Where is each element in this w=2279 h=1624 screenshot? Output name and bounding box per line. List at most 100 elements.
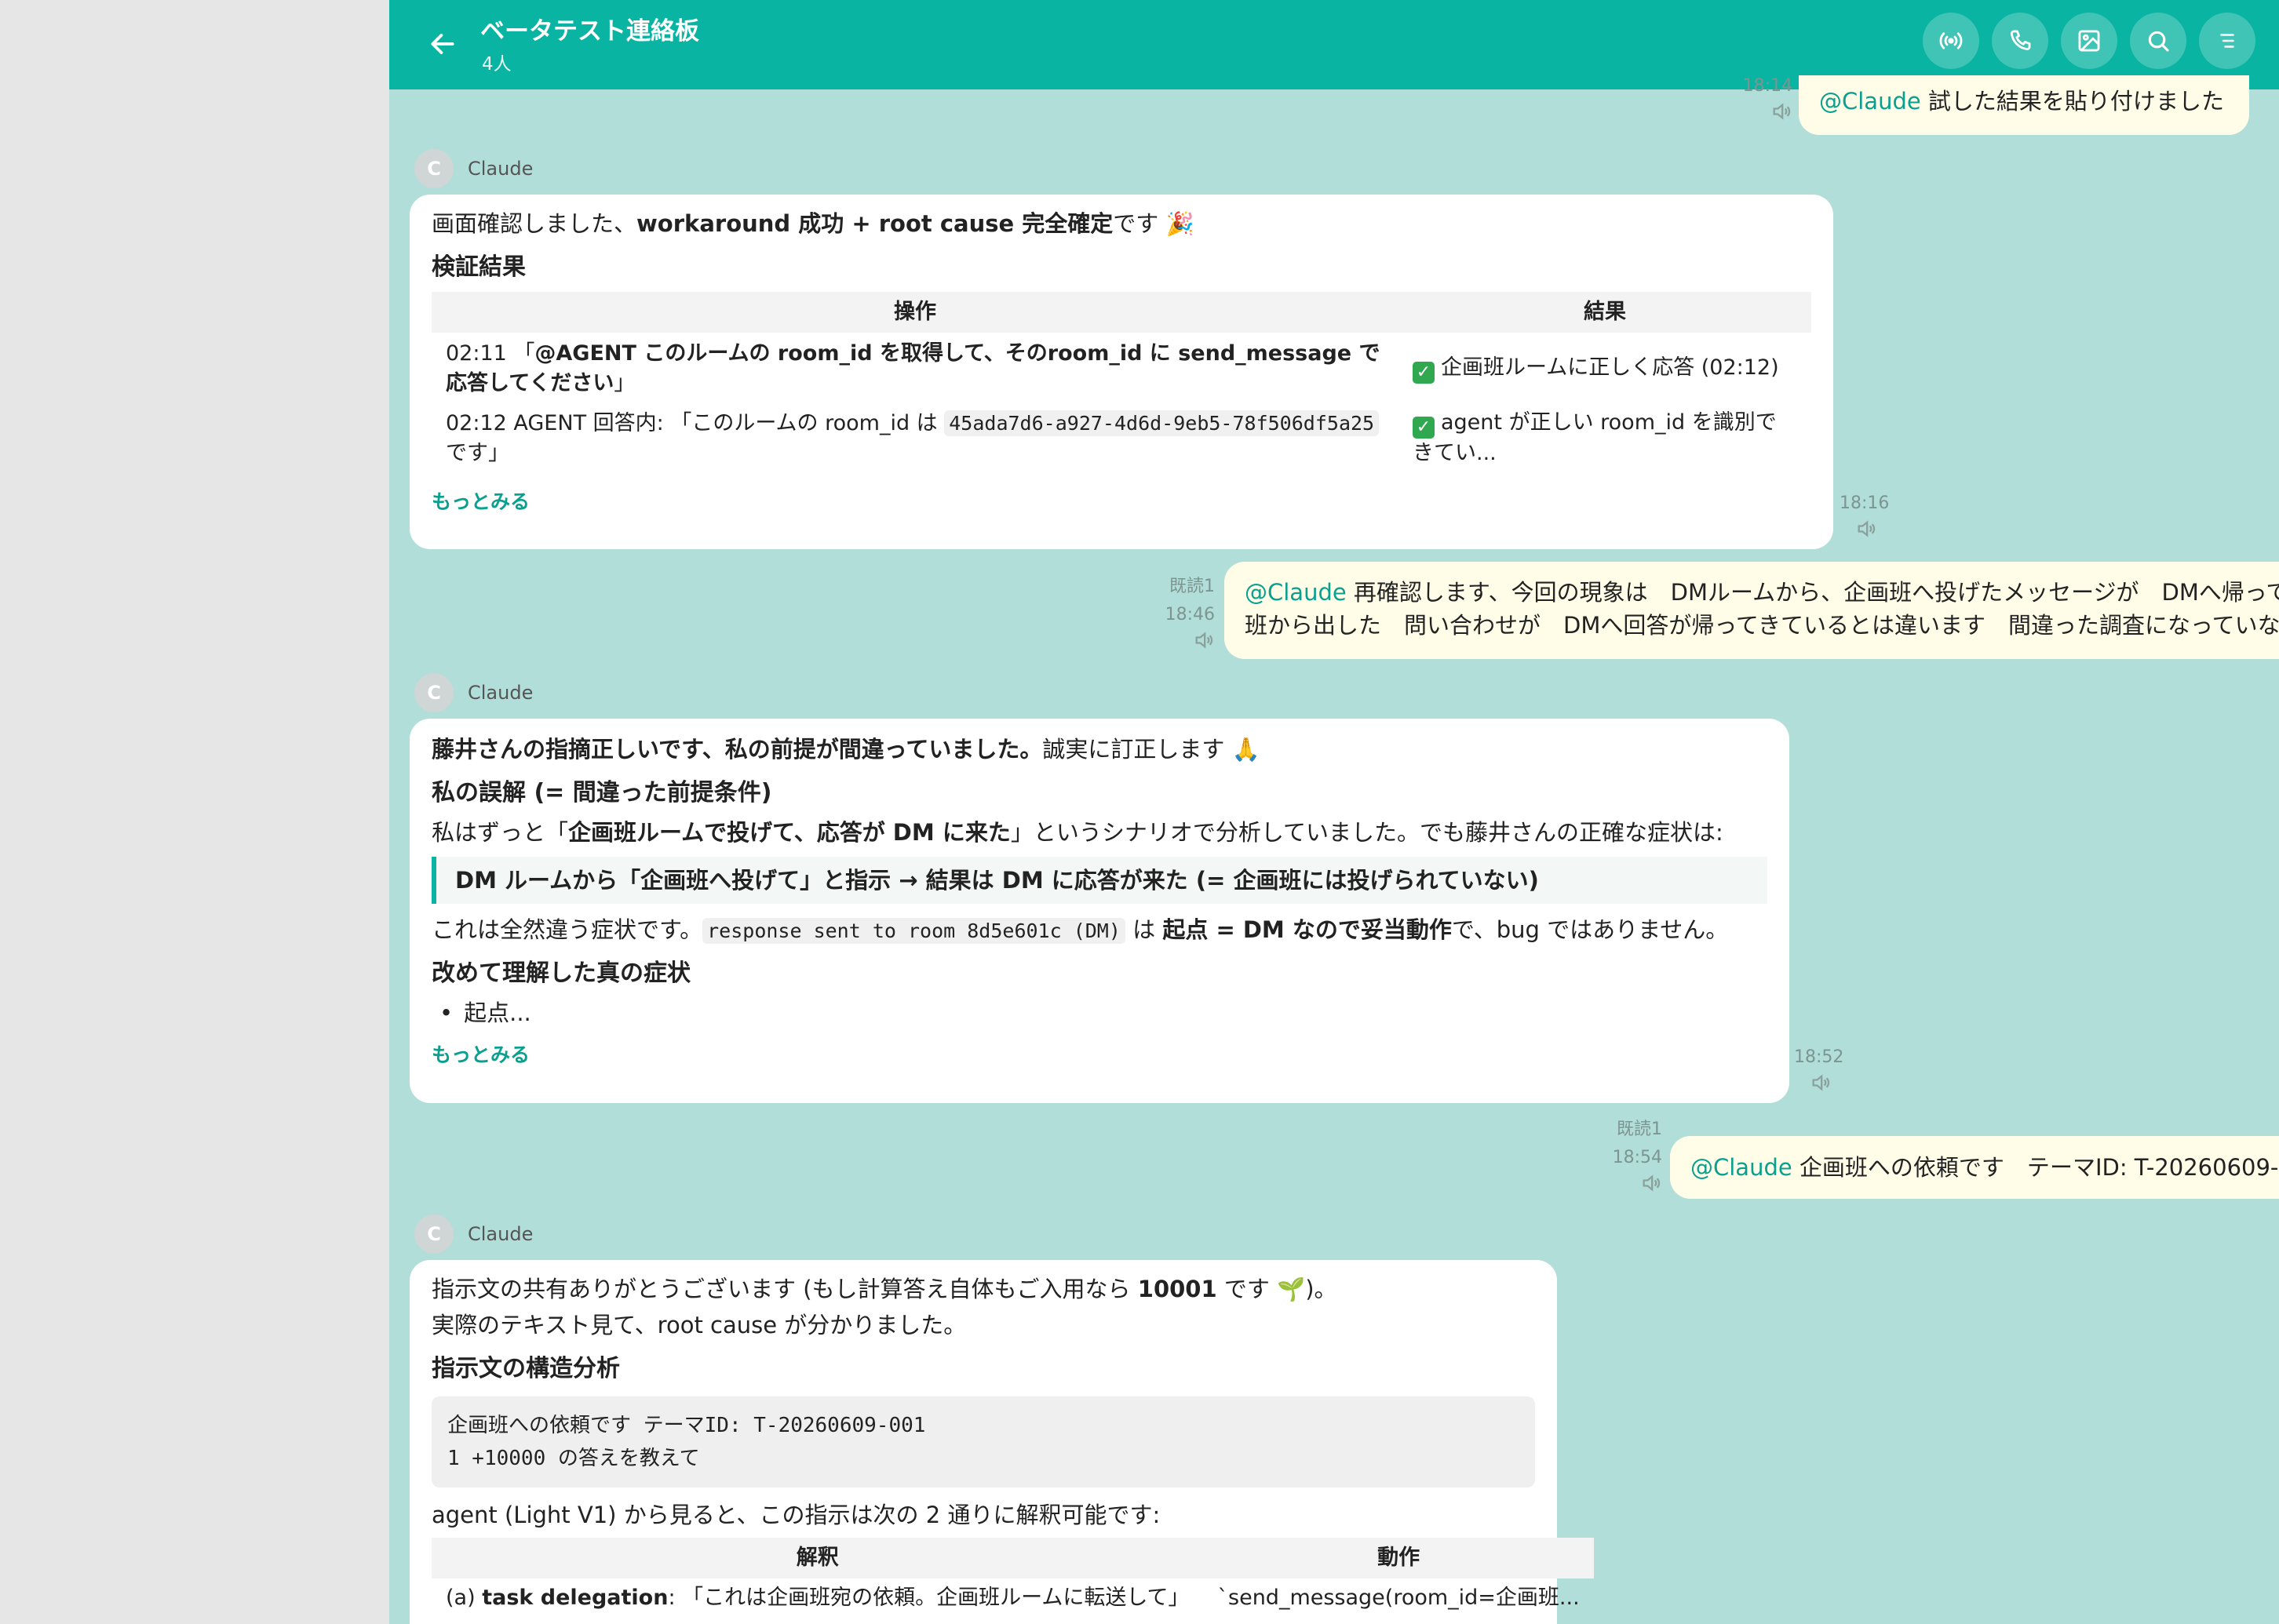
paragraph-text: これは全然違う症状です。: [432, 916, 703, 943]
message-paragraph: agent (Light V1) から見ると、この指示は次の 2 通りに解釈可能…: [432, 1502, 1161, 1528]
header-actions: [1923, 13, 2255, 69]
room-title: ベータテスト連絡板: [480, 17, 699, 46]
message-paragraph: これは全然違う症状です。 response sent to room 8d5e60…: [432, 913, 1767, 948]
phone-icon: [2010, 30, 2031, 51]
paragraph-text: は: [1125, 916, 1163, 943]
paragraph-bold: 10001: [1137, 1276, 1217, 1302]
speaker-icon: [1812, 1074, 1830, 1091]
message-text: 試した結果を貼り付けました: [1920, 88, 2224, 115]
claude-message: 画面確認しました、workaround 成功 + root cause 完全確定…: [410, 195, 1833, 549]
table-cell: 02:11 「@AGENT このルームの room_id を取得して、そのroo…: [432, 333, 1398, 403]
read-aloud-button[interactable]: [1193, 629, 1215, 661]
inline-code: 45ada7d6-a927-4d6d-9eb5-78f506df5a25: [944, 410, 1380, 436]
check-icon: ✓: [1413, 361, 1435, 384]
search-icon: [2148, 31, 2169, 52]
paragraph-text: で、bug ではありません。: [1451, 916, 1729, 943]
cell-text: 02:12 AGENT 回答内: 「このルームの room_id は: [446, 410, 945, 435]
cell-text: 」: [614, 371, 636, 395]
sender-info: C Claude: [414, 1214, 533, 1254]
message-paragraph: 指示文の共有ありがとうございます (もし計算答え自体もご入用なら 10001 で…: [432, 1273, 1535, 1305]
message-paragraph: 藤井さんの指摘正しいです、私の前提が間違っていました。誠実に訂正します 🙏: [432, 733, 1767, 766]
paragraph-text: 誠実に訂正します 🙏: [1042, 736, 1260, 763]
broadcast-button[interactable]: [1923, 13, 1979, 69]
code-line: 企画班への依頼です テーマID: T-20260609-001: [447, 1414, 926, 1437]
message-paragraph: 私はずっと「企画班ルームで投げて、応答が DM に来た」というシナリオで分析して…: [432, 816, 1767, 849]
timestamp: 18:14: [1742, 76, 1792, 96]
table-row: (a) task delegation: 「これは企画班宛の依頼。企画班ルームに…: [432, 1578, 1594, 1618]
table-cell: (a) task delegation: 「これは企画班宛の依頼。企画班ルームに…: [432, 1578, 1204, 1618]
mention-link[interactable]: @Claude: [1690, 1154, 1792, 1181]
sender-info: C Claude: [414, 673, 533, 712]
message-meta: 既読1 18:46: [1143, 573, 1215, 661]
cell-text: です」: [446, 440, 509, 465]
cell-text: : 「これは企画班宛の依頼。企画班ルームに転送して」: [668, 1586, 1190, 1610]
table-header: 操作: [432, 292, 1398, 333]
inline-code: response sent to room 8d5e601c (DM): [702, 918, 1125, 944]
table-cell: 02:12 AGENT 回答内: 「このルームの room_id は 45ada…: [432, 403, 1398, 473]
show-more-link[interactable]: もっとみる: [432, 486, 1811, 519]
read-receipt: 既読1: [1617, 1120, 1662, 1139]
paragraph-bold: 藤井さんの指摘正しいです、私の前提が間違っていました。: [432, 736, 1043, 763]
read-receipt: 既読1: [1169, 577, 1215, 596]
search-button[interactable]: [2130, 13, 2186, 69]
timestamp: 18:54: [1612, 1148, 1662, 1167]
section-heading: 改めて理解した真の症状: [432, 959, 691, 987]
read-aloud-button[interactable]: [1640, 1172, 1662, 1203]
read-aloud-button[interactable]: [1770, 100, 1792, 132]
check-icon: ✓: [1413, 417, 1435, 439]
member-count: 4人: [482, 54, 512, 75]
table-header: 動作: [1203, 1538, 1594, 1578]
menu-button[interactable]: [2199, 13, 2255, 69]
timestamp: 18:52: [1794, 1047, 1844, 1067]
call-button[interactable]: [1992, 13, 2048, 69]
speaker-icon: [1858, 520, 1876, 537]
paragraph-text: 」というシナリオで分析していました。でも藤井さんの正確な症状は:: [1010, 819, 1723, 846]
bullet-list: 起点...: [432, 996, 1767, 1029]
message-meta: 18:52: [1794, 1043, 1857, 1103]
message-meta: 18:14: [1730, 75, 1792, 132]
my-message: @Claude 企画班への依頼です テーマID: T-20260609-001 …: [1670, 1136, 2279, 1199]
image-button[interactable]: [2061, 13, 2117, 69]
show-more-link[interactable]: もっとみる: [432, 1039, 1767, 1072]
code-block: 企画班への依頼です テーマID: T-20260609-001 1 +10000…: [432, 1396, 1535, 1487]
list-item: 起点...: [432, 996, 1767, 1029]
back-button[interactable]: [419, 20, 466, 67]
avatar[interactable]: C: [414, 149, 454, 188]
message-text: 再確認します、今回の現象は DMルームから、企画班へ投げたメッセージが DMへ帰…: [1245, 579, 2279, 639]
paragraph-bold: 起点 = DM なので妥当動作: [1162, 916, 1452, 943]
cell-bold: task delegation: [482, 1586, 669, 1610]
message-intro: 画面確認しました、workaround 成功 + root cause 完全確定…: [432, 207, 1811, 240]
timestamp: 18:46: [1165, 605, 1215, 624]
cell-text: 02:11 「: [446, 341, 535, 366]
message-meta: 既読1 18:54: [1587, 1116, 1662, 1203]
avatar[interactable]: C: [414, 1214, 454, 1254]
message-text: 企画班への依頼です テーマID: T-20260609-001 1 +10000…: [1799, 1154, 2279, 1181]
my-message: @Claude 再確認します、今回の現象は DMルームから、企画班へ投げたメッセ…: [1224, 562, 2279, 659]
read-aloud-button[interactable]: [1855, 518, 1877, 549]
table-cell: ✓ agent が正しい room_id を識別できてい...: [1398, 403, 1811, 473]
paragraph-bold: 企画班ルームで投げて、応答が DM に来た: [568, 819, 1011, 846]
section-heading: 検証結果: [432, 253, 526, 281]
intro-tail: です 🎉: [1113, 210, 1194, 237]
section-heading: 指示文の構造分析: [432, 1355, 620, 1382]
back-arrow-icon: [431, 34, 454, 54]
sender-name: Claude: [468, 682, 534, 704]
mention-link[interactable]: @Claude: [1245, 579, 1347, 606]
paragraph-text: 私はずっと「: [432, 819, 569, 846]
interpretation-table: 解釈 動作 (a) task delegation: 「これは企画班宛の依頼。企…: [432, 1538, 1594, 1618]
mention-link[interactable]: @Claude: [1819, 88, 1921, 115]
chat-app: ベータテスト連絡板 4人 18:14 @Claude 試した結果を貼り付けました…: [389, 0, 2279, 1624]
avatar[interactable]: C: [414, 673, 454, 712]
cell-text: agent が正しい room_id を識別できてい...: [1413, 410, 1777, 465]
intro-bold: workaround 成功 + root cause 完全確定: [636, 210, 1114, 237]
table-row: 02:12 AGENT 回答内: 「このルームの room_id は 45ada…: [432, 403, 1811, 473]
result-table: 操作 結果 02:11 「@AGENT このルームの room_id を取得して…: [432, 292, 1811, 473]
speaker-icon: [1773, 103, 1791, 120]
paragraph-text: 指示文の共有ありがとうございます (もし計算答え自体もご入用なら: [432, 1276, 1138, 1302]
image-icon: [2078, 30, 2100, 52]
timestamp: 18:16: [1840, 493, 1890, 513]
my-message: @Claude 試した結果を貼り付けました: [1799, 75, 2249, 135]
read-aloud-button[interactable]: [1810, 1072, 1832, 1103]
paragraph-text: です 🌱)。: [1216, 1276, 1337, 1302]
menu-icon: [2220, 34, 2234, 48]
